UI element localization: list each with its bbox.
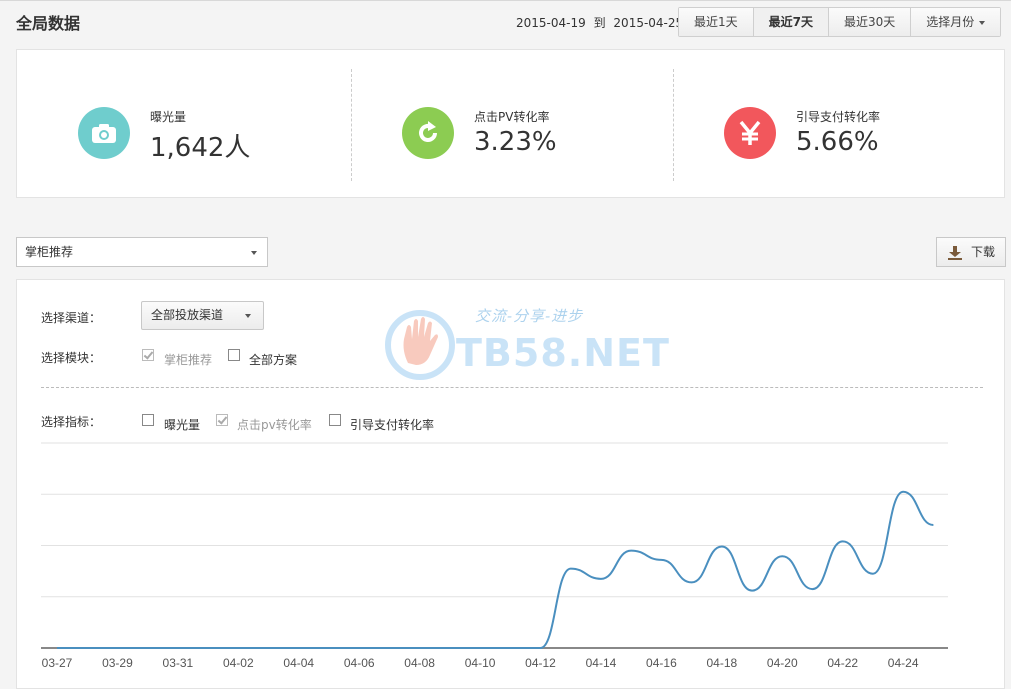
data-point-04-06[interactable]: [358, 647, 361, 650]
data-point-04-07[interactable]: [388, 647, 391, 650]
date-to: 到: [593, 16, 606, 30]
x-tick-label: 04-02: [223, 656, 254, 670]
kpi-divider: [351, 69, 352, 181]
data-point-04-17[interactable]: [690, 581, 693, 584]
data-point-04-15[interactable]: [630, 549, 633, 552]
section-divider: [41, 387, 983, 388]
kpi-label: 曝光量: [150, 110, 187, 124]
date-start: 2015-04-19: [516, 16, 586, 30]
select-month-dropdown[interactable]: 选择月份: [911, 8, 1001, 36]
x-tick-label: 04-06: [344, 656, 375, 670]
kpi-value: 3.23%: [474, 127, 557, 157]
data-point-04-01[interactable]: [207, 647, 210, 650]
date-range: 2015-04-19 到 2015-04-25: [514, 14, 685, 31]
camera-icon: [78, 107, 130, 159]
data-point-03-28[interactable]: [86, 647, 89, 650]
refresh-icon: [402, 107, 454, 159]
caret-down-icon: [245, 314, 251, 318]
range-button-group: 最近1天 最近7天 最近30天 选择月份: [678, 7, 1002, 37]
page-title: 全局数据: [16, 14, 81, 33]
x-tick-label: 04-12: [525, 656, 556, 670]
data-point-04-04[interactable]: [297, 647, 300, 650]
x-tick-label: 04-20: [767, 656, 798, 670]
data-point-04-22[interactable]: [841, 540, 844, 543]
metric-checkbox-payment[interactable]: [329, 414, 341, 426]
x-tick-label: 04-18: [706, 656, 737, 670]
data-point-04-10[interactable]: [479, 647, 482, 650]
download-icon: [948, 246, 962, 260]
kpi-value: 5.66%: [796, 127, 879, 157]
data-point-04-13[interactable]: [569, 567, 572, 570]
module-option-label: 掌柜推荐: [164, 353, 213, 367]
x-tick-label: 04-24: [888, 656, 919, 670]
data-point-04-09[interactable]: [448, 647, 451, 650]
data-point-04-08[interactable]: [418, 647, 421, 650]
kpi-value: 1,642人: [150, 133, 251, 163]
x-tick-label: 04-10: [465, 656, 496, 670]
data-point-04-11[interactable]: [509, 647, 512, 650]
caret-down-icon: [979, 20, 986, 25]
channel-select-value: 全部投放渠道: [151, 308, 224, 322]
data-point-03-31[interactable]: [176, 647, 179, 650]
range-7-days-button[interactable]: 最近7天: [753, 8, 829, 36]
range-30-days-button[interactable]: 最近30天: [829, 8, 912, 36]
kpi-divider: [673, 69, 674, 181]
metric-checkbox-click-pv[interactable]: [216, 414, 228, 426]
data-point-03-29[interactable]: [116, 647, 119, 650]
download-button[interactable]: 下载: [936, 237, 1006, 267]
x-tick-label: 03-31: [163, 656, 194, 670]
x-tick-label: 04-22: [827, 656, 858, 670]
x-tick-label: 04-08: [404, 656, 435, 670]
module-select[interactable]: 掌柜推荐: [16, 237, 268, 267]
x-tick-label: 04-04: [283, 656, 314, 670]
channel-label: 选择渠道：: [41, 311, 102, 325]
kpi-label: 引导支付转化率: [796, 110, 881, 124]
module-checkbox-zhanggui[interactable]: [142, 349, 154, 361]
kpi-label: 点击PV转化率: [474, 110, 550, 124]
data-point-04-25[interactable]: [932, 524, 935, 527]
data-point-04-21[interactable]: [811, 588, 814, 591]
data-point-04-16[interactable]: [660, 558, 663, 561]
series-line-click-pv-rate: [57, 490, 934, 649]
yen-icon: [724, 107, 776, 159]
data-point-04-23[interactable]: [871, 572, 874, 575]
data-point-04-14[interactable]: [599, 577, 602, 580]
top-border: [0, 0, 1011, 1]
data-point-03-27[interactable]: [56, 647, 59, 650]
x-tick-label: 03-27: [42, 656, 73, 670]
data-point-04-05[interactable]: [327, 647, 330, 650]
data-point-04-03[interactable]: [267, 647, 270, 650]
metric-filter-label: 选择指标：: [41, 415, 102, 429]
kpi-panel: 曝光量 1,642人 点击PV转化率 3.23% 引导支付转化率 5.66%: [16, 49, 1005, 198]
module-option-label: 全部方案: [249, 353, 298, 367]
module-checkbox-all-plans[interactable]: [228, 349, 240, 361]
data-point-04-12[interactable]: [539, 647, 542, 650]
download-label: 下载: [971, 245, 996, 259]
module-select-value: 掌柜推荐: [25, 245, 74, 259]
x-tick-label: 04-16: [646, 656, 677, 670]
caret-down-icon: [251, 251, 257, 255]
data-point-04-19[interactable]: [751, 589, 754, 592]
data-point-04-24[interactable]: [902, 490, 905, 493]
x-tick-label: 03-29: [102, 656, 133, 670]
date-end: 2015-04-25: [613, 16, 684, 30]
line-chart: 03-27 03-29 03-31 04-02 04-04 04-06 04-08 04-10…: [41, 442, 948, 670]
x-tick-label: 04-14: [586, 656, 617, 670]
data-point-04-02[interactable]: [237, 647, 240, 650]
data-point-03-30[interactable]: [146, 647, 149, 650]
range-1-day-button[interactable]: 最近1天: [679, 8, 754, 36]
metric-checkbox-exposure[interactable]: [142, 414, 154, 426]
data-point-04-18[interactable]: [720, 545, 723, 548]
data-point-04-20[interactable]: [781, 555, 784, 558]
channel-select[interactable]: 全部投放渠道: [141, 301, 264, 330]
module-filter-label: 选择模块：: [41, 351, 102, 365]
